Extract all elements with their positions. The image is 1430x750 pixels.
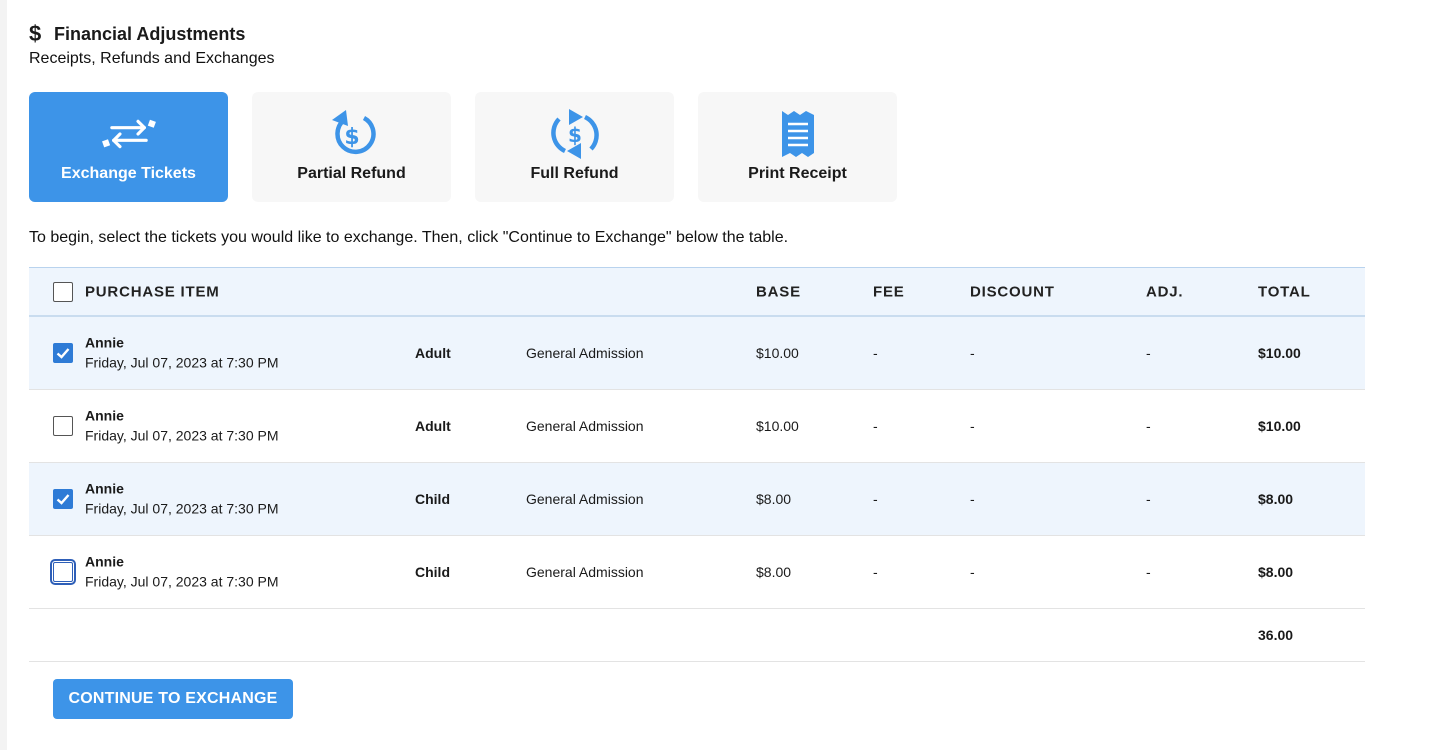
action-label: Print Receipt	[748, 165, 847, 182]
header-purchase-item: PURCHASE ITEM	[85, 283, 220, 300]
discount-value: -	[970, 418, 975, 434]
action-label: Partial Refund	[297, 165, 406, 182]
table-row[interactable]: Annie Friday, Jul 07, 2023 at 7:30 PM Ch…	[29, 536, 1365, 609]
event-date: Friday, Jul 07, 2023 at 7:30 PM	[85, 573, 279, 590]
ticket-section: General Admission	[526, 491, 644, 507]
title-row: $ Financial Adjustments	[29, 22, 274, 46]
ticket-type: Adult	[415, 345, 451, 361]
table-footer: 36.00	[29, 609, 1365, 662]
event-date: Friday, Jul 07, 2023 at 7:30 PM	[85, 354, 279, 371]
fee-value: -	[873, 491, 878, 507]
header-fee: FEE	[873, 283, 905, 300]
page-subtitle: Receipts, Refunds and Exchanges	[29, 50, 275, 67]
base-price: $8.00	[756, 491, 792, 507]
header-base: BASE	[756, 283, 801, 300]
event-name: Annie	[85, 407, 124, 424]
action-label: Exchange Tickets	[61, 165, 196, 182]
table-row[interactable]: Annie Friday, Jul 07, 2023 at 7:30 PM Ad…	[29, 317, 1365, 390]
adj-value: -	[1146, 491, 1151, 507]
full-refund-button[interactable]: $ Full Refund	[475, 92, 674, 202]
table-header: PURCHASE ITEM BASE FEE DISCOUNT ADJ. TOT…	[29, 267, 1365, 317]
exchange-icon	[101, 106, 157, 162]
header-discount: DISCOUNT	[970, 283, 1055, 300]
base-price: $10.00	[756, 418, 799, 434]
svg-text:$: $	[568, 123, 582, 147]
checkmark-icon	[56, 348, 70, 359]
full-refund-icon: $	[547, 106, 603, 162]
row-checkbox[interactable]	[53, 489, 73, 509]
total-value: $10.00	[1258, 345, 1301, 361]
instructions-text: To begin, select the tickets you would l…	[29, 229, 789, 246]
base-price: $8.00	[756, 564, 792, 580]
event-name: Annie	[85, 334, 124, 351]
page-header: $ Financial Adjustments Receipts, Refund…	[29, 22, 274, 68]
ticket-type: Child	[415, 491, 450, 507]
fee-value: -	[873, 345, 878, 361]
row-checkbox[interactable]	[53, 343, 73, 363]
ticket-type: Adult	[415, 418, 451, 434]
ticket-section: General Admission	[526, 345, 644, 361]
event-name: Annie	[85, 480, 124, 497]
table-row[interactable]: Annie Friday, Jul 07, 2023 at 7:30 PM Ch…	[29, 463, 1365, 536]
event-date: Friday, Jul 07, 2023 at 7:30 PM	[85, 500, 279, 517]
discount-value: -	[970, 345, 975, 361]
fee-value: -	[873, 564, 878, 580]
ticket-section: General Admission	[526, 564, 644, 580]
total-value: $8.00	[1258, 491, 1294, 507]
partial-refund-button[interactable]: $ Partial Refund	[252, 92, 451, 202]
ticket-type: Child	[415, 564, 450, 580]
left-edge	[0, 0, 7, 750]
discount-value: -	[970, 564, 975, 580]
continue-to-exchange-button[interactable]: CONTINUE TO EXCHANGE	[53, 679, 293, 719]
purchase-item: Annie Friday, Jul 07, 2023 at 7:30 PM	[85, 553, 279, 592]
event-date: Friday, Jul 07, 2023 at 7:30 PM	[85, 427, 279, 444]
row-checkbox[interactable]	[50, 559, 76, 585]
header-adj: ADJ.	[1146, 283, 1184, 300]
fee-value: -	[873, 418, 878, 434]
ticket-section: General Admission	[526, 418, 644, 434]
print-receipt-button[interactable]: Print Receipt	[698, 92, 897, 202]
partial-refund-icon: $	[324, 106, 380, 162]
row-checkbox[interactable]	[53, 416, 73, 436]
table-row[interactable]: Annie Friday, Jul 07, 2023 at 7:30 PM Ad…	[29, 390, 1365, 463]
adj-value: -	[1146, 564, 1151, 580]
exchange-tickets-button[interactable]: Exchange Tickets	[29, 92, 228, 202]
receipt-icon	[770, 106, 826, 162]
purchase-item: Annie Friday, Jul 07, 2023 at 7:30 PM	[85, 407, 279, 446]
adj-value: -	[1146, 345, 1151, 361]
tickets-table: PURCHASE ITEM BASE FEE DISCOUNT ADJ. TOT…	[29, 267, 1365, 662]
action-label: Full Refund	[530, 165, 619, 182]
page-title: Financial Adjustments	[54, 23, 246, 44]
event-name: Annie	[85, 553, 124, 570]
base-price: $10.00	[756, 345, 799, 361]
adj-value: -	[1146, 418, 1151, 434]
grand-total: 36.00	[1258, 627, 1294, 643]
checkmark-icon	[56, 494, 70, 505]
action-cards: Exchange Tickets $ Partial Refund $ Full…	[29, 92, 921, 202]
discount-value: -	[970, 491, 975, 507]
total-value: $8.00	[1258, 564, 1294, 580]
dollar-icon: $	[29, 21, 42, 46]
svg-text:$: $	[344, 125, 359, 150]
purchase-item: Annie Friday, Jul 07, 2023 at 7:30 PM	[85, 334, 279, 373]
purchase-item: Annie Friday, Jul 07, 2023 at 7:30 PM	[85, 480, 279, 519]
total-value: $10.00	[1258, 418, 1301, 434]
select-all-checkbox[interactable]	[53, 281, 73, 302]
header-total: TOTAL	[1258, 283, 1311, 300]
